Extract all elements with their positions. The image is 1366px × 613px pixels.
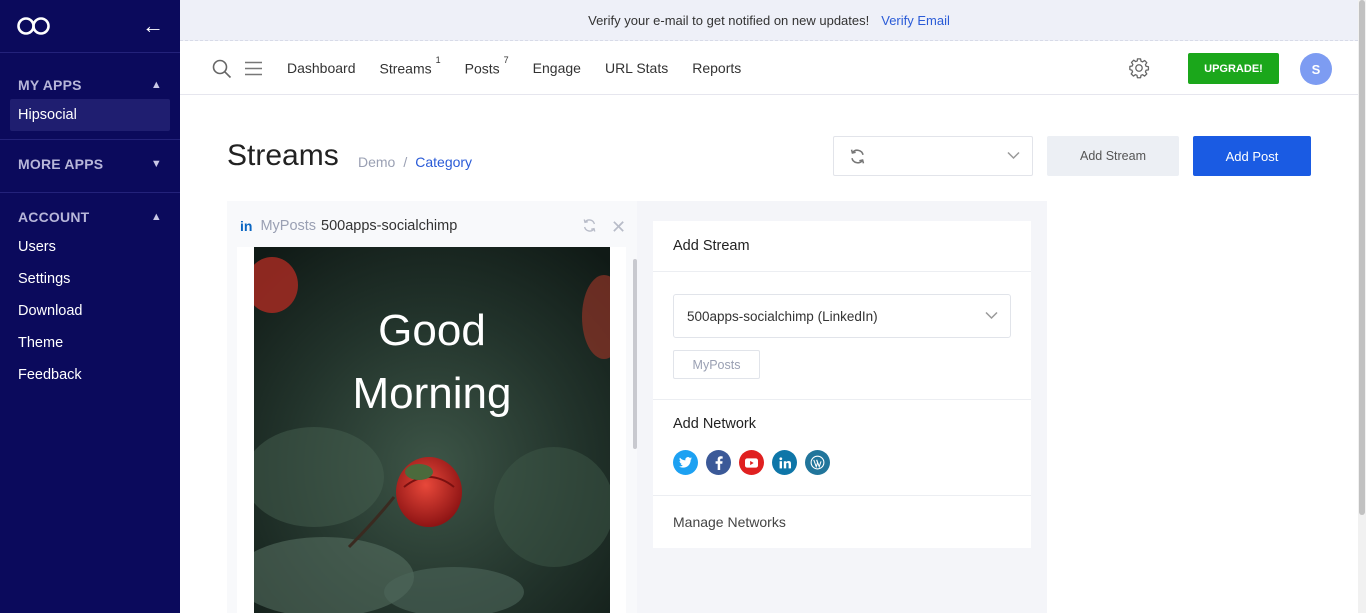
sidebar-item-users[interactable]: Users [10, 231, 170, 263]
add-stream-button[interactable]: Add Stream [1047, 136, 1179, 176]
page-scrollbar[interactable] [1358, 0, 1366, 613]
post-image[interactable]: Good Morning [254, 247, 610, 613]
verify-banner: Verify your e-mail to get notified on ne… [180, 0, 1358, 41]
nav-links: Dashboard Streams1 Posts7 Engage URL Sta… [287, 41, 765, 95]
sidebar-item-theme[interactable]: Theme [10, 327, 170, 359]
image-text-good: Good [378, 306, 486, 355]
avatar[interactable]: S [1300, 53, 1332, 85]
nav-url-stats[interactable]: URL Stats [605, 60, 668, 76]
nav-label: Dashboard [287, 60, 356, 76]
wordpress-icon[interactable] [805, 450, 830, 475]
chevron-down-icon [985, 311, 998, 320]
nav-reports[interactable]: Reports [692, 60, 741, 76]
divider [653, 495, 1031, 496]
manage-networks-link[interactable]: Manage Networks [673, 514, 786, 530]
banner-text: Verify your e-mail to get notified on ne… [588, 12, 870, 28]
nav-label: Streams [379, 60, 432, 77]
stream-type: MyPosts [260, 218, 317, 234]
refresh-icon[interactable] [582, 218, 597, 233]
sidebar-item-hipsocial[interactable]: Hipsocial [10, 99, 170, 131]
facebook-icon[interactable] [706, 450, 731, 475]
nav-label: URL Stats [604, 60, 669, 76]
nav-dashboard[interactable]: Dashboard [287, 60, 356, 76]
gear-icon[interactable] [1128, 57, 1150, 79]
sidebar-section-title: MORE APPS [18, 156, 104, 172]
stream-scrollbar[interactable] [633, 259, 637, 449]
refresh-icon [850, 149, 865, 164]
nav-label: Reports [692, 60, 742, 76]
chevron-up-icon: ▲ [150, 211, 162, 223]
stream-type-chip[interactable]: MyPosts [673, 350, 760, 379]
nav-streams[interactable]: Streams1 [379, 55, 441, 77]
sidebar-section-more-apps: MORE APPS ▼ [0, 140, 180, 193]
sidebar-section-account: ACCOUNT ▲ Users Settings Download Theme … [0, 193, 180, 397]
stream-header: in MyPosts 500apps-socialchimp [240, 218, 457, 234]
top-nav: Dashboard Streams1 Posts7 Engage URL Sta… [180, 41, 1358, 95]
nav-badge: 7 [503, 54, 509, 65]
network-icons [673, 450, 838, 475]
sidebar-section-title: ACCOUNT [18, 209, 90, 225]
nav-label: Engage [532, 60, 581, 76]
breadcrumb: Demo / Category [358, 154, 472, 170]
breadcrumb-separator: / [403, 154, 408, 170]
divider [653, 271, 1031, 272]
collapse-sidebar-icon[interactable]: ← [142, 15, 164, 37]
sidebar-section-title: MY APPS [18, 77, 82, 93]
sidebar-item-settings[interactable]: Settings [10, 263, 170, 295]
add-network-title: Add Network [673, 416, 757, 432]
search-icon[interactable] [212, 59, 232, 79]
menu-icon[interactable] [245, 61, 262, 76]
close-icon[interactable]: ✕ [611, 218, 626, 236]
sidebar-section-header[interactable]: MY APPS ▲ [10, 63, 170, 99]
chevron-down-icon [1007, 151, 1020, 160]
chevron-down-icon: ▼ [150, 158, 162, 170]
sidebar-section-header[interactable]: ACCOUNT ▲ [10, 195, 170, 231]
refresh-interval-select[interactable] [833, 136, 1033, 176]
sidebar-item-download[interactable]: Download [10, 295, 170, 327]
sidebar-item-feedback[interactable]: Feedback [10, 359, 170, 391]
verify-email-link[interactable]: Verify Email [881, 13, 950, 28]
logo-icon[interactable] [16, 16, 52, 36]
page-title: Streams [227, 139, 339, 172]
account-select[interactable]: 500apps-socialchimp (LinkedIn) [673, 294, 1011, 338]
linkedin-icon: in [240, 218, 253, 234]
sidebar-section-my-apps: MY APPS ▲ Hipsocial [0, 53, 180, 140]
scrollbar-thumb[interactable] [1359, 0, 1365, 515]
image-text-morning: Morning [353, 369, 512, 418]
breadcrumb-demo[interactable]: Demo [358, 154, 395, 170]
add-post-button[interactable]: Add Post [1193, 136, 1311, 176]
nav-engage[interactable]: Engage [533, 60, 581, 76]
youtube-icon[interactable] [739, 450, 764, 475]
breadcrumb-category[interactable]: Category [415, 154, 472, 170]
post-card: Good Morning [237, 247, 626, 613]
chevron-up-icon: ▲ [150, 79, 162, 91]
sidebar: ← MY APPS ▲ Hipsocial MORE APPS ▼ ACCOUN… [0, 0, 180, 613]
nav-label: Posts [464, 60, 500, 77]
stream-column: in MyPosts 500apps-socialchimp ✕ Good Mo… [227, 201, 637, 613]
nav-posts[interactable]: Posts7 [464, 55, 509, 77]
twitter-icon[interactable] [673, 450, 698, 475]
nav-badge: 1 [435, 54, 441, 65]
account-select-value: 500apps-socialchimp (LinkedIn) [687, 309, 878, 324]
add-stream-panel: Add Stream 500apps-socialchimp (LinkedIn… [653, 221, 1031, 548]
sidebar-section-header[interactable]: MORE APPS ▼ [10, 142, 170, 178]
panel-title: Add Stream [673, 238, 750, 254]
sidebar-top: ← [0, 0, 180, 53]
stream-account: 500apps-socialchimp [321, 218, 458, 234]
linkedin-icon[interactable] [772, 450, 797, 475]
upgrade-button[interactable]: UPGRADE! [1188, 53, 1279, 84]
divider [653, 399, 1031, 400]
